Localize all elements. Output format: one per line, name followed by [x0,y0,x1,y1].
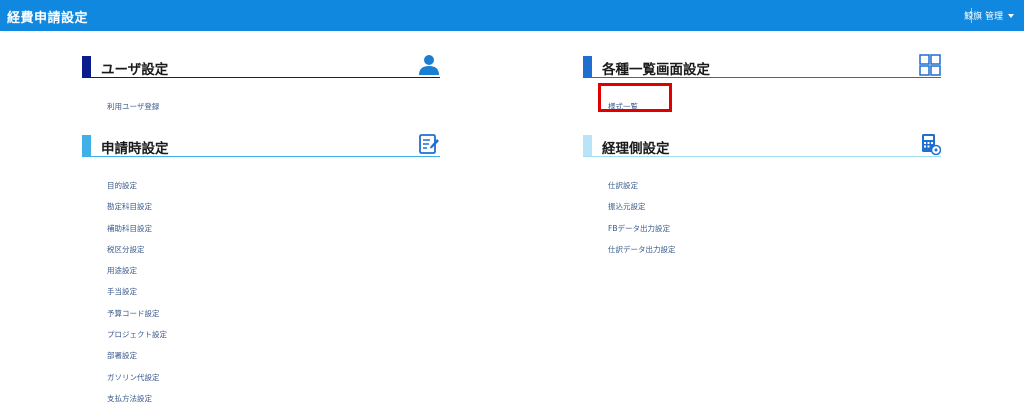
section-title: 各種一覧画面設定 [602,62,710,78]
section-header: ユーザ設定 [82,55,440,78]
user-menu-label: 鯨旗 管理 [964,12,1003,22]
link-allowance-settings[interactable]: 手当設定 [107,287,137,296]
link-list: 目的設定 勘定科目設定 補助科目設定 税区分設定 用途設定 手当設定 予算コード… [107,173,167,407]
list-item: 用途設定 [107,258,167,279]
edit-document-icon [419,134,439,154]
link-department-settings[interactable]: 部署設定 [107,351,137,360]
list-item: 支払方法設定 [107,386,167,407]
list-item: 部署設定 [107,343,167,364]
link-sub-account-settings[interactable]: 補助科目設定 [107,224,152,233]
link-project-settings[interactable]: プロジェクト設定 [107,330,167,339]
link-gasoline-settings[interactable]: ガソリン代設定 [107,373,160,382]
link-purpose-settings[interactable]: 目的設定 [107,181,137,190]
section-accent-bar [583,135,592,157]
list-item: 手当設定 [107,279,167,300]
chevron-down-icon [1008,13,1014,18]
list-item: 利用ユーザ登録 [107,94,159,115]
list-item: プロジェクト設定 [107,322,167,343]
section-accent-bar [583,56,592,78]
list-item: 予算コード設定 [107,301,167,322]
calculator-icon [922,134,941,155]
link-journal-settings[interactable]: 仕訳設定 [608,181,638,190]
section-header: 各種一覧画面設定 [583,54,941,78]
section-underline [82,77,440,78]
section-header: 申請時設定 [82,134,440,157]
link-usage-settings[interactable]: 用途設定 [107,266,137,275]
link-transfer-source-settings[interactable]: 振込元設定 [608,202,646,211]
section-user-settings: ユーザ設定 利用ユーザ登録 [82,55,440,111]
section-accounting-settings: 経理側設定 仕訳設定 振込元設定 FBデータ出力設定 仕訳データ出力設定 [583,134,941,254]
section-list-screen-settings: 各種一覧画面設定 様式一覧 [583,54,941,111]
link-tax-category-settings[interactable]: 税区分設定 [107,245,145,254]
list-item: ガソリン代設定 [107,365,167,386]
section-underline [583,156,941,157]
section-title: ユーザ設定 [101,62,169,78]
section-title: 経理側設定 [602,141,670,157]
list-item: 振込元設定 [608,194,676,215]
section-application-settings: 申請時設定 目的設定 勘定科目設定 補助科目設定 税区分設定 用途設定 手当設定… [82,134,440,403]
link-budget-code-settings[interactable]: 予算コード設定 [107,309,160,318]
link-payment-method-settings[interactable]: 支払方法設定 [107,394,152,403]
list-item: 目的設定 [107,173,167,194]
app-title: 経費申請設定 [7,11,89,26]
link-account-title-settings[interactable]: 勘定科目設定 [107,202,152,211]
section-underline [82,156,440,157]
section-underline [583,77,941,78]
list-item: 仕訳設定 [608,173,676,194]
link-fb-data-output-settings[interactable]: FBデータ出力設定 [608,224,670,233]
section-accent-bar [82,56,91,78]
link-user-registration[interactable]: 利用ユーザ登録 [107,102,159,111]
grid-icon [919,54,941,76]
link-list: 仕訳設定 振込元設定 FBデータ出力設定 仕訳データ出力設定 [608,173,676,258]
top-navbar: 経費申請設定 鯨旗 管理 [0,0,1024,31]
user-menu-dropdown[interactable]: 鯨旗 管理 [964,9,1014,22]
section-accent-bar [82,135,91,157]
list-item: 税区分設定 [107,237,167,258]
section-header: 経理側設定 [583,134,941,157]
user-icon [419,55,439,75]
link-journal-data-output-settings[interactable]: 仕訳データ出力設定 [608,245,676,254]
link-list: 利用ユーザ登録 [107,94,159,115]
list-item: 勘定科目設定 [107,194,167,215]
list-item: 補助科目設定 [107,216,167,237]
section-title: 申請時設定 [101,141,169,157]
list-item: 仕訳データ出力設定 [608,237,676,258]
highlight-box [598,83,672,112]
list-item: FBデータ出力設定 [608,216,676,237]
